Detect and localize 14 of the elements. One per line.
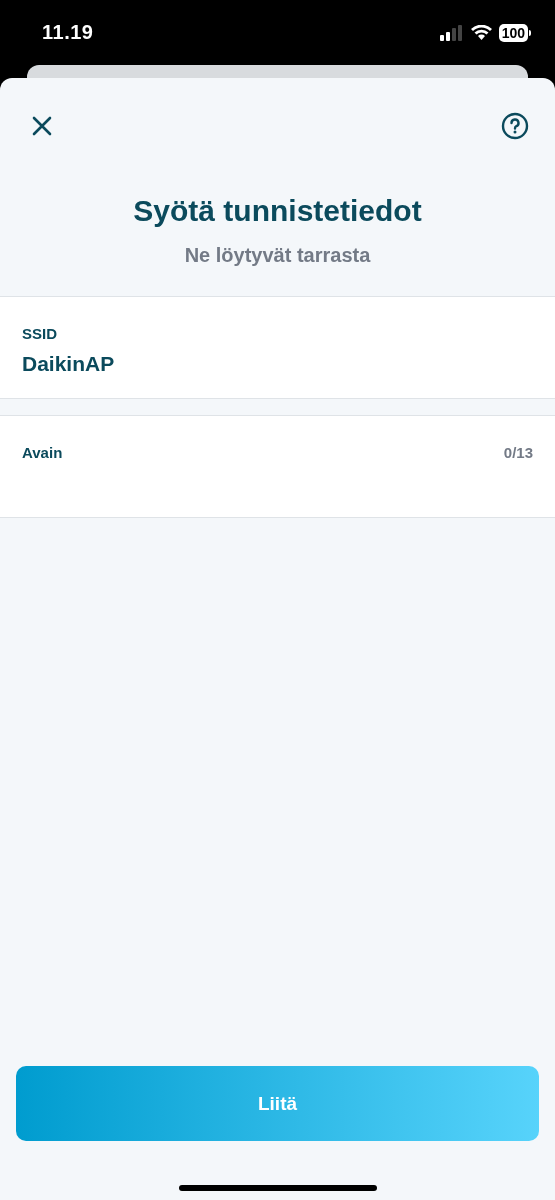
page-title: Syötä tunnistetiedot: [132, 194, 423, 228]
field-value[interactable]: DaikinAP: [22, 352, 533, 376]
page-subtitle: Ne löytyvät tarrasta: [183, 244, 372, 267]
status-time: 11.19: [42, 21, 94, 44]
help-button[interactable]: [501, 112, 529, 140]
close-icon: [31, 115, 53, 137]
help-icon: [501, 112, 529, 140]
field-label: SSID: [22, 325, 57, 342]
field-label: Avain: [22, 444, 63, 461]
wifi-icon: [470, 25, 492, 40]
battery-icon: 100: [498, 23, 531, 42]
character-counter: 0/13: [503, 444, 533, 461]
close-button[interactable]: [31, 115, 53, 137]
signal-icon: [439, 24, 464, 41]
